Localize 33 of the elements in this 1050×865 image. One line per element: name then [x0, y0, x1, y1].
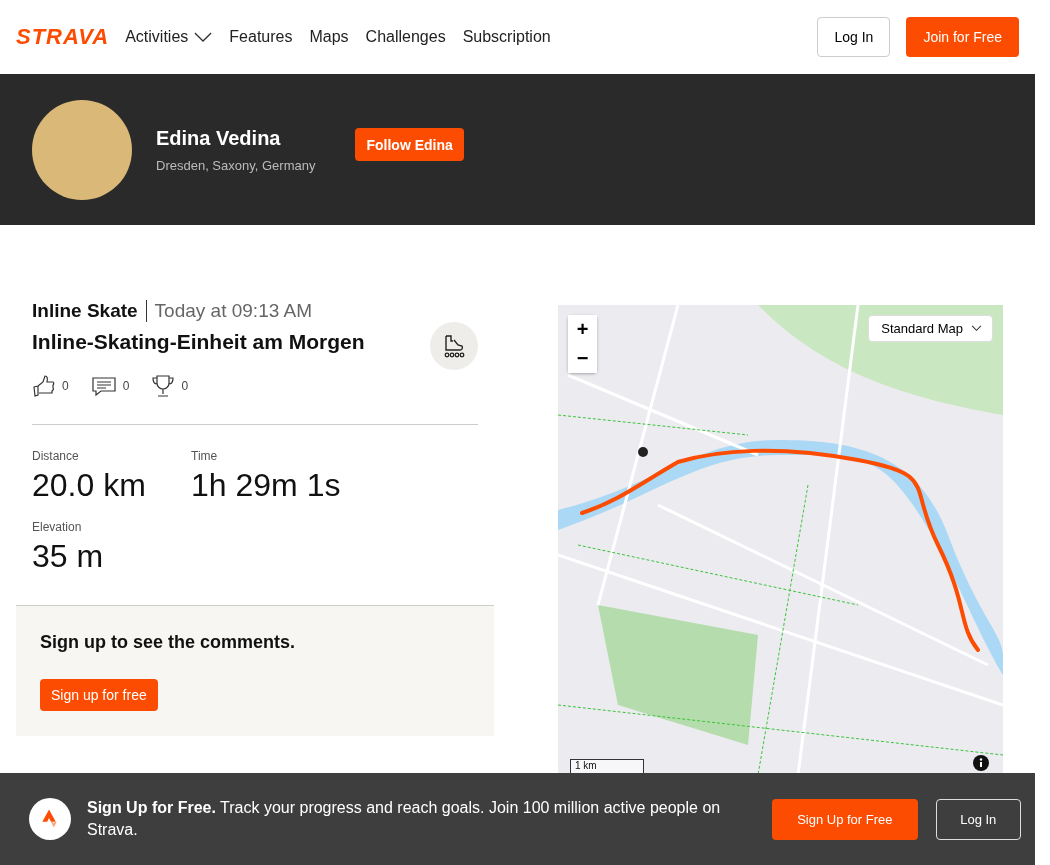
- activity-title: Inline-Skating-Einheit am Morgen: [32, 330, 365, 354]
- info-icon[interactable]: [973, 755, 989, 771]
- zoom-in-button[interactable]: +: [568, 315, 597, 344]
- stat-label: Distance: [32, 449, 80, 463]
- trophy-icon[interactable]: [151, 374, 176, 398]
- login-button[interactable]: Log In: [817, 17, 891, 57]
- map-style-dropdown[interactable]: Standard Map: [868, 315, 993, 342]
- count-label: 0: [122, 379, 130, 393]
- stat-label: Elevation: [32, 520, 83, 534]
- stat-value: 1h 29m 1s: [191, 467, 342, 504]
- count-label: 0: [181, 379, 189, 393]
- stat-value: 35 m: [32, 538, 105, 575]
- count-label: 0: [62, 379, 69, 393]
- logo-icon: [29, 798, 71, 840]
- activity-date: Today at 09:13 AM: [153, 300, 312, 322]
- zoom-out-button[interactable]: −: [568, 344, 597, 373]
- nav-link[interactable]: Subscription: [462, 28, 551, 46]
- athlete-location: Dresden, Saxony, Germany: [156, 157, 316, 173]
- nav-link[interactable]: Activities: [125, 28, 213, 46]
- nav-link[interactable]: Challenges: [365, 28, 446, 46]
- nav-link[interactable]: Maps: [309, 28, 349, 46]
- athlete-name: Edina Vedina: [156, 126, 282, 150]
- thumbs-up-icon[interactable]: [32, 374, 56, 398]
- login-button[interactable]: Log In: [935, 798, 1021, 840]
- comment-icon[interactable]: [90, 374, 117, 398]
- stat-value: 20.0 km: [32, 467, 147, 504]
- inline-skate-icon: [430, 322, 478, 370]
- banner-text: Sign Up for Free. Track your progress and reach goals. Join 100 million active people on Strava.: [87, 798, 722, 840]
- nav-link[interactable]: Features: [229, 28, 293, 46]
- activity-type: Inline Skate: [32, 300, 147, 322]
- chevron-down-icon: [971, 325, 982, 332]
- comments-prompt: Sign up to see the comments.: [40, 632, 297, 653]
- stat-label: Time: [191, 449, 219, 463]
